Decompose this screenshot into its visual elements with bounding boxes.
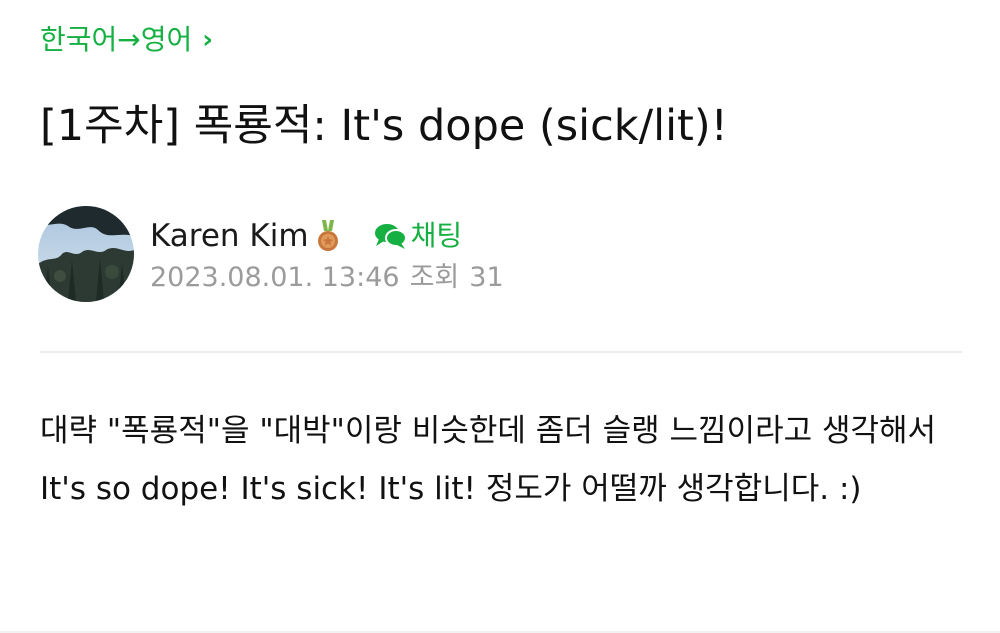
author-row: Karen Kim 채팅	[150, 214, 462, 258]
medal-icon	[317, 220, 338, 251]
chevron-right-icon[interactable]: ›	[202, 20, 213, 60]
chat-label[interactable]: 채팅	[411, 214, 463, 258]
views-label: 조회	[409, 262, 460, 293]
post-date: 2023.08.01. 13:46	[150, 262, 400, 293]
avatar[interactable]	[38, 206, 134, 302]
post-body-text: 대략 "폭룡적"을 "대박"이랑 비슷한데 좀더 슬랭 느낌이라고 생각해서 I…	[40, 413, 937, 507]
breadcrumb-label[interactable]: 한국어→영어	[40, 20, 192, 60]
post-body: 대략 "폭룡적"을 "대박"이랑 비슷한데 좀더 슬랭 느낌이라고 생각해서 I…	[40, 402, 960, 518]
author-name[interactable]: Karen Kim	[150, 214, 309, 258]
divider	[40, 351, 962, 353]
views-count: 31	[469, 262, 504, 293]
chat-bubble-icon	[374, 224, 407, 249]
post-meta: 2023.08.01. 13:46 조회 31	[150, 258, 504, 298]
breadcrumb[interactable]: 한국어→영어 ›	[40, 20, 213, 60]
chat-button[interactable]: 채팅	[373, 214, 463, 258]
avatar-photo	[38, 206, 134, 302]
post-title: [1주차] 폭룡적: It's dope (sick/lit)!	[40, 101, 728, 151]
